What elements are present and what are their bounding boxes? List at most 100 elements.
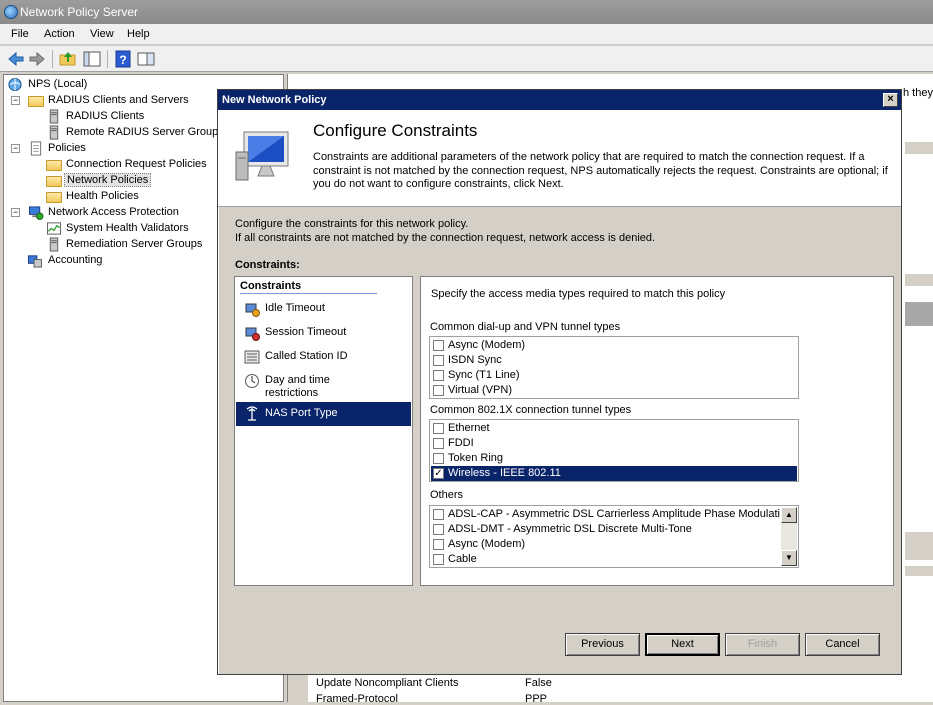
nps-app-icon xyxy=(4,5,18,19)
tree-node-shv[interactable]: System Health Validators xyxy=(46,221,246,237)
checkbox-row[interactable]: Ethernet xyxy=(431,421,797,436)
checkbox-label: ADSL-CAP - Asymmetric DSL Carrierless Am… xyxy=(448,508,780,520)
tree-node-nap[interactable]: − Network Access Protection xyxy=(11,205,231,221)
checkbox[interactable] xyxy=(433,423,444,434)
previous-button[interactable]: Previous xyxy=(565,633,640,656)
checkbox-label: Cable xyxy=(448,553,477,565)
checkbox[interactable] xyxy=(433,453,444,464)
checkbox[interactable] xyxy=(433,438,444,449)
checkbox-row-selected[interactable]: ✓ Wireless - IEEE 802.11 xyxy=(431,466,797,481)
forward-arrow-icon[interactable] xyxy=(28,50,46,68)
checkbox-row[interactable]: ADSL-CAP - Asymmetric DSL Carrierless Am… xyxy=(431,507,780,522)
folder-icon xyxy=(28,96,44,107)
partial-text: h they xyxy=(903,87,933,99)
tree-node-radius-clients[interactable]: RADIUS Clients xyxy=(46,109,226,125)
checkbox[interactable] xyxy=(433,554,444,565)
checkbox-row[interactable]: Cable xyxy=(431,552,780,567)
setting-name: Framed-Protocol xyxy=(316,693,398,705)
scroll-down-icon[interactable]: ▼ xyxy=(781,550,797,566)
checkbox-label: Virtual (VPN) xyxy=(448,384,512,396)
tree-node-policies[interactable]: − Policies xyxy=(11,141,131,157)
tree-label: Health Policies xyxy=(66,190,139,202)
checkbox-label: FDDI xyxy=(448,437,474,449)
group-label: Common dial-up and VPN tunnel types xyxy=(430,321,621,333)
constraint-label: Called Station ID xyxy=(265,350,348,362)
constraints-label: Constraints: xyxy=(235,259,300,271)
header-underline xyxy=(240,293,377,294)
constraint-session-timeout[interactable]: Session Timeout xyxy=(236,322,411,346)
pane-gutter xyxy=(288,672,308,702)
collapse-icon[interactable]: − xyxy=(11,208,20,217)
checkbox[interactable] xyxy=(433,355,444,366)
up-folder-icon[interactable] xyxy=(59,50,77,68)
constraint-label: Day and time restrictions xyxy=(265,374,330,399)
checkbox-checked[interactable]: ✓ xyxy=(433,468,444,479)
dialog-header: Configure Constraints Constraints are ad… xyxy=(218,110,901,207)
constraint-nas-port-type[interactable]: NAS Port Type xyxy=(236,402,411,426)
checkbox[interactable] xyxy=(433,524,444,535)
checkbox-label: Async (Modem) xyxy=(448,339,526,351)
collapse-icon[interactable]: − xyxy=(11,144,20,153)
menu-action[interactable]: Action xyxy=(44,28,75,40)
checkbox[interactable] xyxy=(433,370,444,381)
pane-divider xyxy=(905,142,933,154)
nps-server-icon xyxy=(8,77,22,92)
checkbox-label: Async (Modem) xyxy=(448,538,526,550)
close-icon[interactable]: × xyxy=(883,93,898,107)
nas-port-icon xyxy=(246,406,258,421)
dialog-titlebar: New Network Policy × xyxy=(218,90,901,110)
tree-node-network-policies[interactable]: Network Policies xyxy=(46,173,206,189)
next-button[interactable]: Next xyxy=(645,633,720,656)
menu-view[interactable]: View xyxy=(90,28,114,40)
tree-node-radius[interactable]: − RADIUS Clients and Servers xyxy=(11,93,231,109)
tree-node-accounting[interactable]: Accounting xyxy=(27,253,147,269)
computer-monitor-icon xyxy=(235,131,289,181)
checkbox-label: Wireless - IEEE 802.11 xyxy=(448,467,561,479)
checkbox-row[interactable]: Sync (T1 Line) xyxy=(431,368,797,383)
checkbox[interactable] xyxy=(433,340,444,351)
pane-divider xyxy=(905,566,933,576)
tree-label: Network Access Protection xyxy=(48,206,179,218)
tree-label: Policies xyxy=(48,142,86,154)
tree-node-health-policies[interactable]: Health Policies xyxy=(46,189,206,205)
scroll-up-icon[interactable]: ▲ xyxy=(781,507,797,523)
checkbox[interactable] xyxy=(433,539,444,550)
others-list: ADSL-CAP - Asymmetric DSL Carrierless Am… xyxy=(429,505,799,568)
checkbox-row[interactable]: ADSL-DMT - Asymmetric DSL Discrete Multi… xyxy=(431,522,780,537)
toolbar-separator xyxy=(52,50,53,68)
checkbox-row[interactable]: Token Ring xyxy=(431,451,797,466)
tree-node-nps-local[interactable]: NPS (Local) xyxy=(7,77,207,93)
show-hide-tree-icon[interactable] xyxy=(83,50,101,68)
policies-document-icon xyxy=(30,141,42,156)
dot1x-list: Ethernet FDDI Token Ring ✓ Wireless - IE… xyxy=(429,419,799,482)
tree-label: RADIUS Clients xyxy=(66,110,145,122)
help-icon[interactable]: ? xyxy=(114,50,132,68)
checkbox-label: ADSL-DMT - Asymmetric DSL Discrete Multi… xyxy=(448,523,692,535)
checkbox-label: Ethernet xyxy=(448,422,490,434)
checkbox[interactable] xyxy=(433,509,444,520)
checkbox[interactable] xyxy=(433,385,444,396)
others-scrollbar[interactable]: ▲ ▼ xyxy=(781,507,797,566)
constraint-called-station-id[interactable]: Called Station ID xyxy=(236,346,411,370)
tree-label: Connection Request Policies xyxy=(66,158,207,170)
menu-file[interactable]: File xyxy=(11,28,29,40)
pane-divider xyxy=(905,274,933,286)
checkbox-row[interactable]: FDDI xyxy=(431,436,797,451)
checkbox-row[interactable]: Async (Modem) xyxy=(431,537,780,552)
tree-node-remediation[interactable]: Remediation Server Groups xyxy=(46,237,246,253)
dialog-description: Constraints are additional parameters of… xyxy=(313,151,888,190)
constraint-day-time[interactable]: Day and time restrictions xyxy=(236,370,411,402)
collapse-icon[interactable]: − xyxy=(11,96,20,105)
panel-heading: Specify the access media types required … xyxy=(431,288,726,300)
constraint-idle-timeout[interactable]: Idle Timeout xyxy=(236,298,411,322)
finish-button[interactable]: Finish xyxy=(725,633,800,656)
menu-help[interactable]: Help xyxy=(127,28,150,40)
properties-pane-icon[interactable] xyxy=(137,50,155,68)
toolbar-separator xyxy=(107,50,108,68)
checkbox-row[interactable]: Virtual (VPN) xyxy=(431,383,797,398)
dialog-heading: Configure Constraints xyxy=(313,121,478,140)
checkbox-row[interactable]: ISDN Sync xyxy=(431,353,797,368)
cancel-button[interactable]: Cancel xyxy=(805,633,880,656)
checkbox-row[interactable]: Async (Modem) xyxy=(431,338,797,353)
back-arrow-icon[interactable] xyxy=(7,50,25,68)
